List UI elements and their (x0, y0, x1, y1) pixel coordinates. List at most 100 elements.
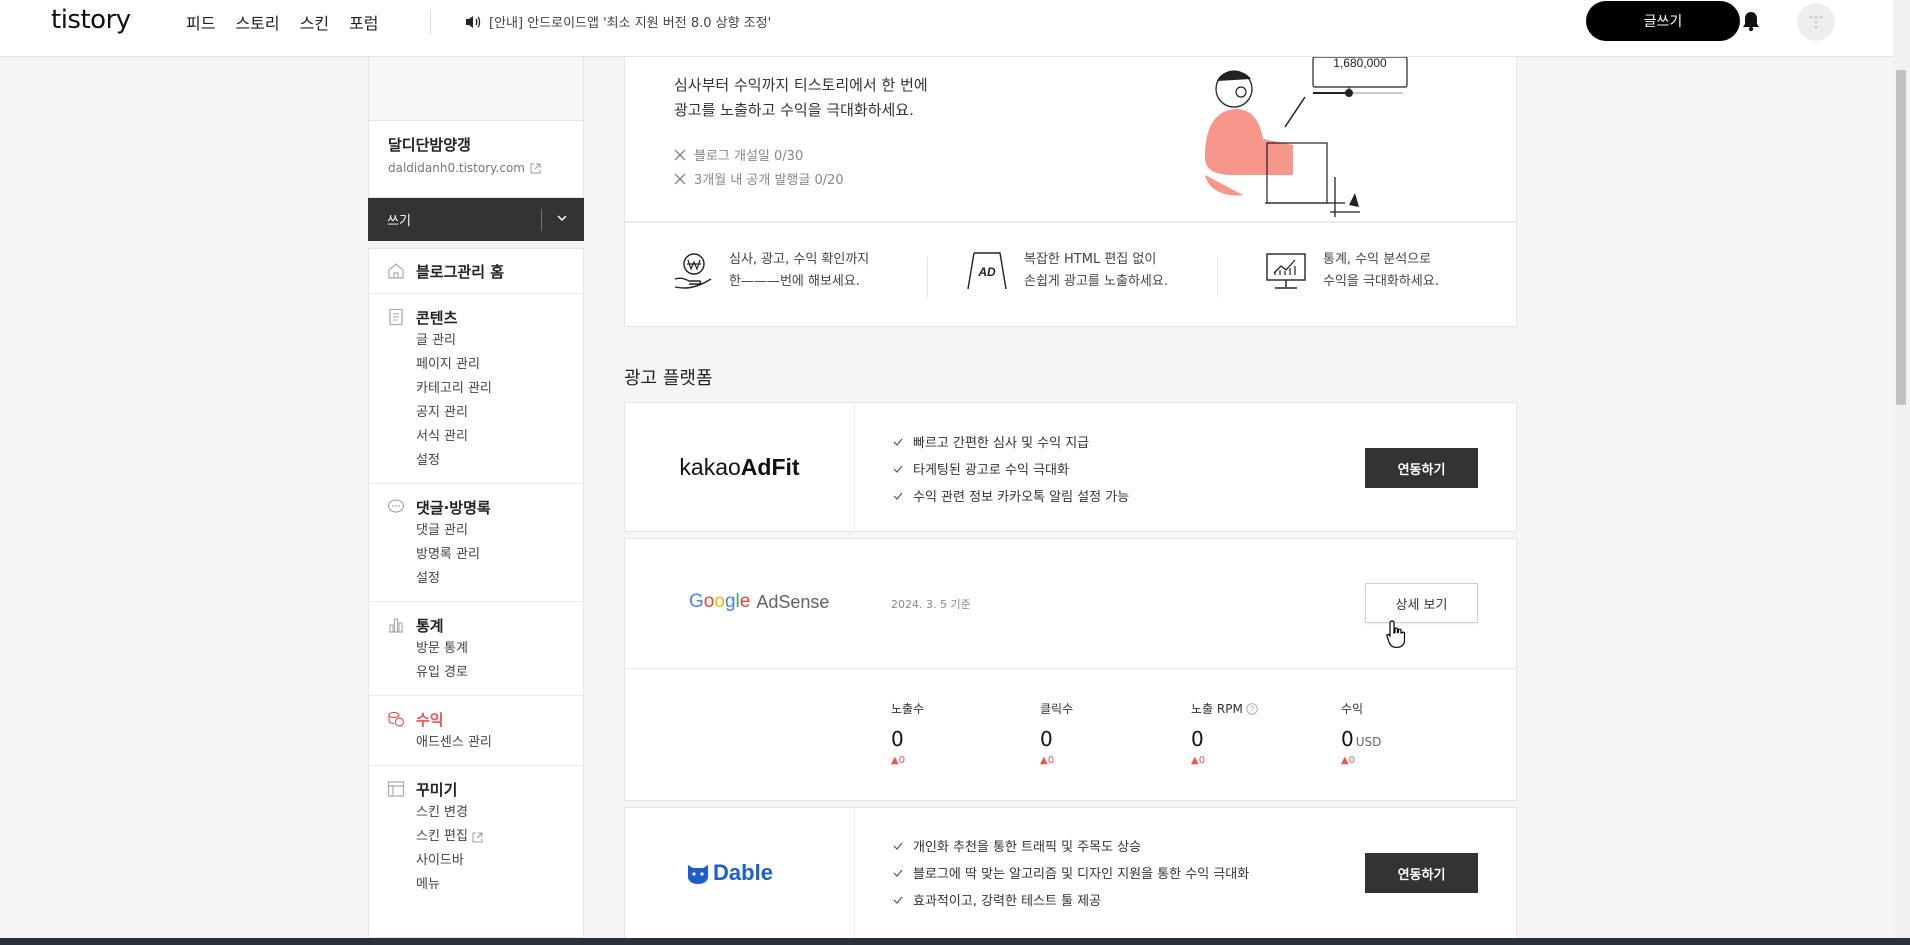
write-post-button[interactable]: 글쓰기 (1586, 1, 1740, 41)
feature-divider (927, 257, 928, 297)
external-link-icon (530, 163, 541, 173)
sidebar-group-stats: 통계 방문 통계 유입 경로 (369, 602, 583, 696)
illustration-value: 1,680,000 (1333, 57, 1387, 70)
sidebar-sub-referrer[interactable]: 유입 경로 (369, 661, 583, 685)
sidebar-sub-visit-stats[interactable]: 방문 통계 (369, 637, 583, 661)
bell-icon[interactable] (1742, 10, 1760, 32)
feature-item-3: 통계, 수익 분석으로 수익을 극대화하세요. (1265, 249, 1439, 293)
layout-icon (387, 781, 405, 797)
feature-item-1: 심사, 광고, 수익 확인까지 한———번에 해보세요. (673, 249, 869, 293)
blog-info: 달디단밤양갱 daldidanh0.tistory.com (368, 121, 584, 198)
check-icon (893, 465, 903, 473)
sidebar-sub-template-manage[interactable]: 서식 관리 (369, 425, 583, 449)
adfit-connect-button[interactable]: 연동하기 (1365, 448, 1478, 488)
sidebar-item-comments[interactable]: 댓글·방명록 (369, 495, 583, 519)
check-icon (893, 492, 903, 500)
notice-banner[interactable]: [안내] 안드로이드앱 '최소 지원 버전 8.0 상향 조정' (465, 12, 771, 31)
dable-cat-icon (688, 865, 709, 884)
nav-story[interactable]: 스토리 (235, 10, 279, 34)
blog-url-link[interactable]: daldidanh0.tistory.com (388, 161, 583, 175)
sidebar-item-stats[interactable]: 통계 (369, 613, 583, 637)
sidebar-sub-comment-settings[interactable]: 설정 (369, 567, 583, 591)
global-nav: 피드 스토리 스킨 포럼 (186, 10, 399, 34)
sidebar-sub-skin-change[interactable]: 스킨 변경 (369, 801, 583, 825)
sidebar-sub-skin-edit[interactable]: 스킨 편집 (369, 825, 583, 849)
sidebar-sub-comment-manage[interactable]: 댓글 관리 (369, 519, 583, 543)
ad-sign-icon: AD (967, 252, 1007, 290)
home-icon (388, 263, 404, 279)
sidebar-item-content[interactable]: 콘텐츠 (369, 305, 583, 329)
sidebar-sub-adsense-manage[interactable]: 애드센스 관리 (369, 731, 583, 755)
chevron-down-icon[interactable] (556, 212, 568, 224)
scrollbar-thumb[interactable] (1896, 70, 1906, 405)
requirement-open-days: 블로그 개설일 0/30 (674, 145, 803, 164)
external-link-icon (472, 832, 483, 842)
sidebar-item-blog-home[interactable]: 블로그관리 홈 (369, 259, 583, 283)
dable-logo: Dable (625, 808, 855, 938)
sidebar-sub-notice-manage[interactable]: 공지 관리 (369, 401, 583, 425)
adsense-stats: 노출수 0 ▲0 클릭수 0 ▲0 노출 RPM ? 0 ▲0 수익 0 USD … (891, 700, 1491, 770)
sidebar-menu: 블로그관리 홈 콘텐츠 글 관리 페이지 관리 카테고리 관리 공지 관리 서식… (368, 248, 584, 938)
blog-url[interactable]: daldidanh0.tistory.com (388, 161, 525, 175)
help-icon[interactable]: ? (1246, 702, 1258, 715)
nav-skin[interactable]: 스킨 (300, 10, 329, 34)
adsense-detail-button[interactable]: 상세 보기 (1365, 583, 1478, 623)
ad-platform-title: 광고 플랫폼 (624, 368, 713, 389)
hero-illustration: 1,680,000 (1205, 57, 1408, 217)
write-dropdown-button[interactable]: 쓰기 (368, 198, 584, 241)
tistory-logo[interactable]: tistory (51, 5, 131, 35)
check-icon (893, 842, 903, 850)
nav-feed[interactable]: 피드 (186, 10, 215, 34)
sidebar-sub-sidebar[interactable]: 사이드바 (369, 849, 583, 873)
comment-icon (387, 499, 405, 513)
feature-highlights: 심사, 광고, 수익 확인까지 한———번에 해보세요. AD 복잡한 HTML … (624, 222, 1517, 327)
sidebar-group-revenue: 수익 애드센스 관리 (369, 696, 583, 766)
blog-name[interactable]: 달디단밤양갱 (388, 134, 583, 155)
feature-item-2: AD 복잡한 HTML 편집 없이 손쉽게 광고를 노출하세요. (966, 249, 1168, 293)
check-icon (893, 869, 903, 877)
adfit-platform-card: kakao AdFit 빠르고 간편한 심사 및 수익 지급 타게팅된 광고로 수… (624, 402, 1517, 532)
dable-platform-card: Dable 개인화 추천을 통한 트래픽 및 주목도 상승 블로그에 딱 맞는 … (624, 807, 1517, 938)
sidebar-group-design: 꾸미기 스킨 변경 스킨 편집 사이드바 메뉴 (369, 766, 583, 907)
sidebar-group-content: 콘텐츠 글 관리 페이지 관리 카테고리 관리 공지 관리 서식 관리 설정 (369, 294, 583, 484)
os-taskbar (0, 938, 1910, 945)
sidebar-banner-area (368, 57, 584, 121)
revenue-intro-card: 심사부터 수익까지 티스토리에서 한 번에 광고를 노출하고 수익을 극대화하세… (624, 57, 1517, 222)
sidebar-sub-guestbook-manage[interactable]: 방명록 관리 (369, 543, 583, 567)
won-hand-icon (674, 253, 712, 289)
sidebar-sub-page-manage[interactable]: 페이지 관리 (369, 353, 583, 377)
adfit-logo: kakao AdFit (625, 403, 855, 531)
monitor-chart-icon (1266, 253, 1306, 289)
dable-connect-button[interactable]: 연동하기 (1365, 853, 1478, 893)
list-item: 효과적이고, 강력한 테스트 툴 제공 (893, 886, 1249, 913)
sidebar-sub-menu[interactable]: 메뉴 (369, 873, 583, 897)
list-item: 빠르고 간편한 심사 및 수익 지급 (893, 428, 1129, 455)
sidebar-sub-post-manage[interactable]: 글 관리 (369, 329, 583, 353)
svg-text:?: ? (1250, 705, 1255, 714)
adsense-platform-card: Google AdSense 2024. 3. 5 기준 상세 보기 노출수 0… (624, 538, 1517, 801)
list-item: 블로그에 딱 맞는 알고리즘 및 디자인 지원을 통한 수익 극대화 (893, 859, 1249, 886)
x-mark-icon (674, 173, 686, 184)
profile-avatar[interactable] (1797, 3, 1835, 41)
speaker-icon (466, 15, 481, 28)
sidebar-sub-content-settings[interactable]: 설정 (369, 449, 583, 473)
check-icon (893, 438, 903, 446)
google-wordmark: Google (689, 591, 751, 612)
requirement-published-posts: 3개월 내 공개 발행글 0/20 (674, 169, 844, 188)
hand-cursor-icon (1386, 620, 1406, 648)
sidebar-item-design[interactable]: 꾸미기 (369, 777, 583, 801)
nav-forum[interactable]: 포럼 (349, 10, 378, 34)
sidebar-group-comments: 댓글·방명록 댓글 관리 방명록 관리 설정 (369, 484, 583, 602)
list-item: 타게팅된 광고로 수익 극대화 (893, 455, 1129, 482)
sidebar-item-revenue[interactable]: 수익 (369, 707, 583, 731)
hero-text: 심사부터 수익까지 티스토리에서 한 번에 광고를 노출하고 수익을 극대화하세… (674, 76, 928, 119)
coins-icon (388, 711, 405, 727)
stat-rpm: 노출 RPM ? 0 ▲0 (1191, 700, 1258, 766)
sidebar-sub-category-manage[interactable]: 카테고리 관리 (369, 377, 583, 401)
x-mark-icon (674, 149, 686, 160)
check-icon (893, 896, 903, 904)
stat-impressions: 노출수 0 ▲0 (891, 702, 925, 766)
write-divider (541, 209, 542, 231)
stat-clicks: 클릭수 0 ▲0 (1040, 702, 1074, 766)
top-navigation-bar: tistory 피드 스토리 스킨 포럼 [안내] 안드로이드앱 '최소 지원 … (0, 0, 1893, 57)
